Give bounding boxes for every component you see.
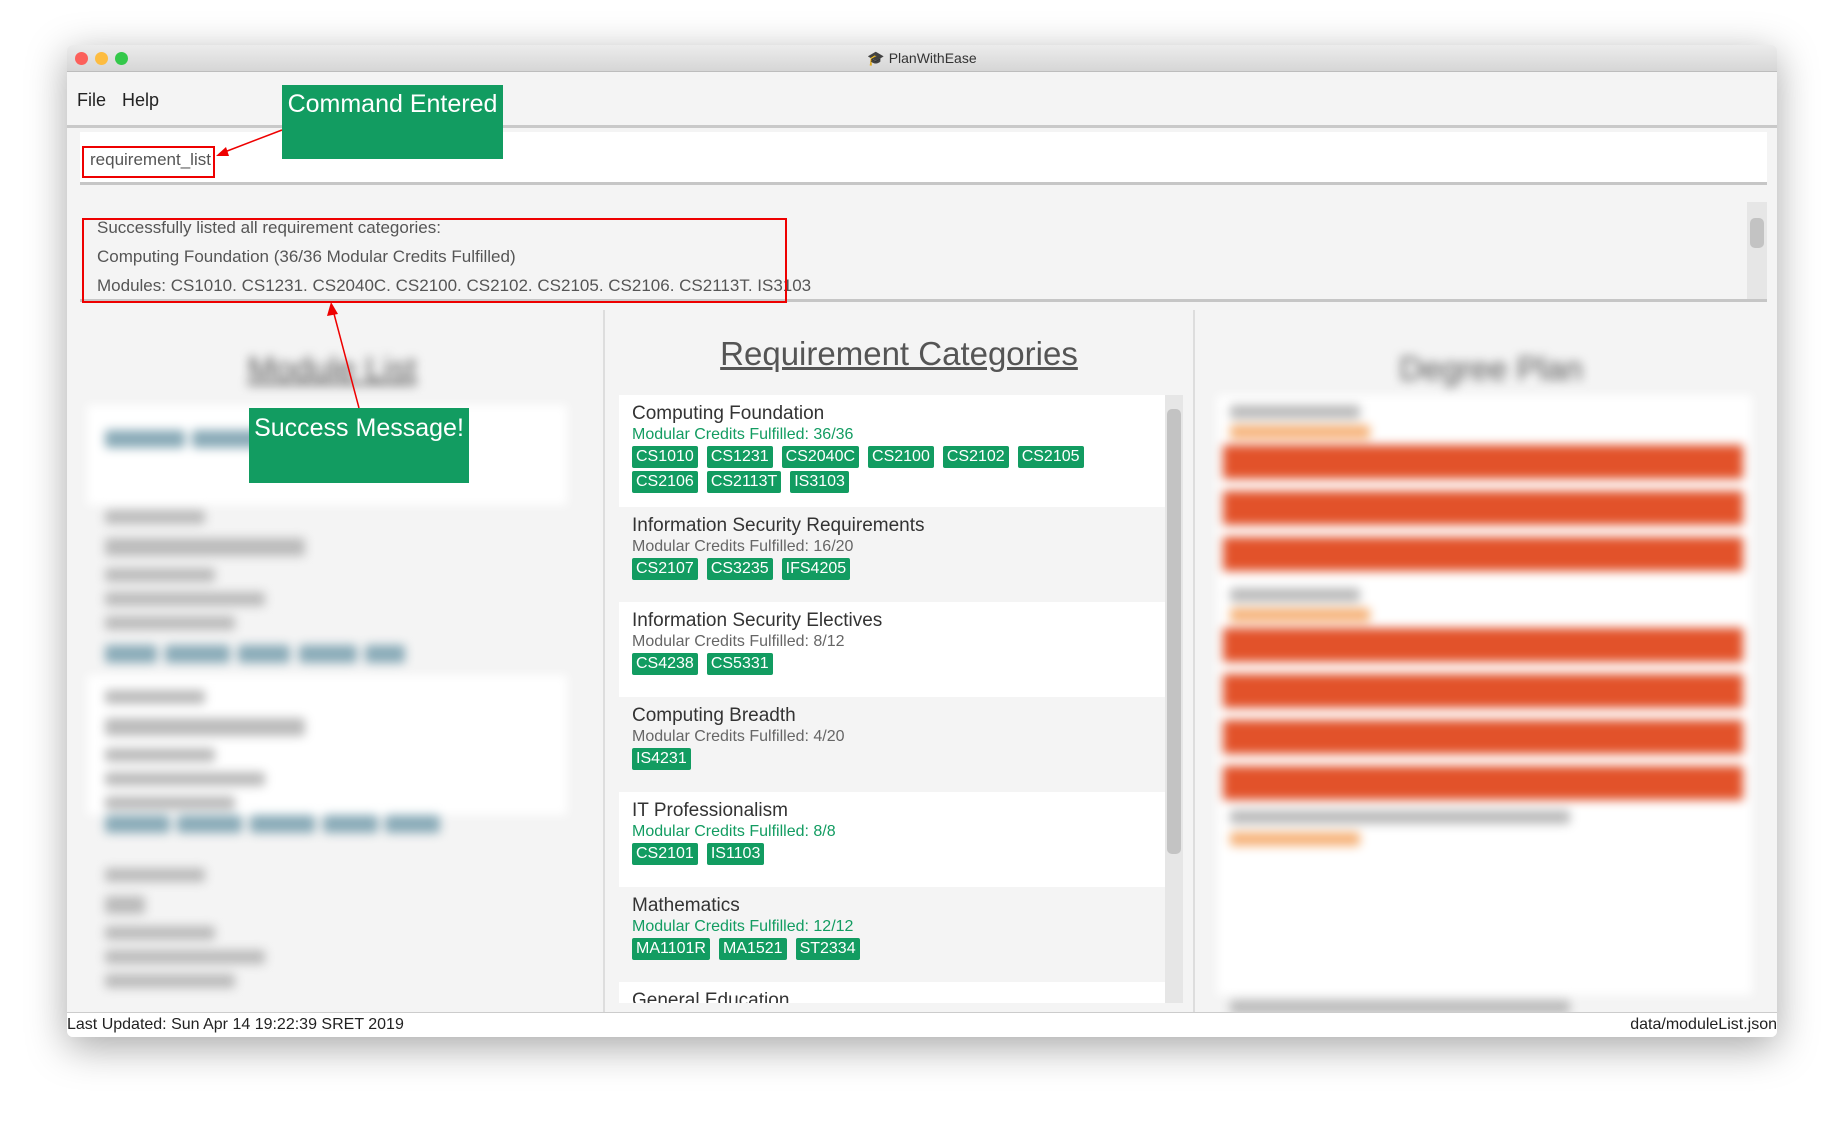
annotation-arrows (216, 129, 360, 409)
annotation-success-message: Success Message! (249, 408, 469, 483)
annotation-command-entered: Command Entered (282, 85, 503, 159)
